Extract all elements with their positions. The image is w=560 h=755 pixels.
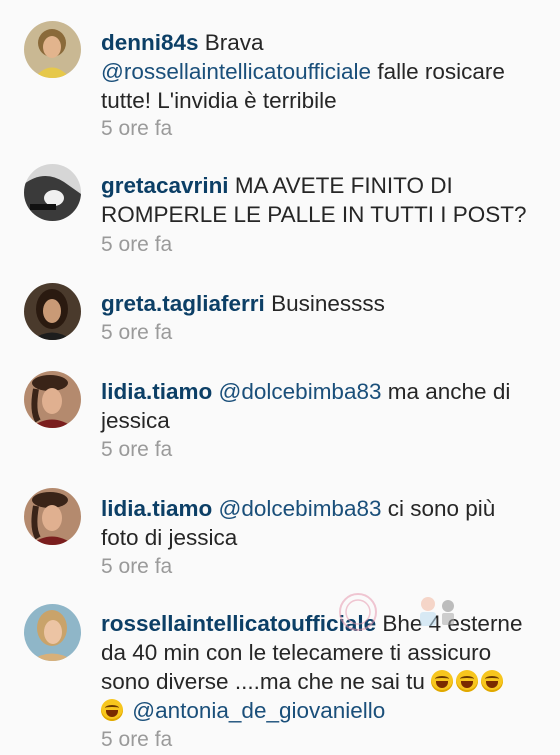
- comment-time: 5 ore fa: [101, 555, 173, 578]
- comment-username[interactable]: rossellaintellicatoufficiale: [101, 611, 376, 636]
- comment-time: 5 ore fa: [101, 728, 173, 751]
- comment-text-part: Brava: [198, 30, 264, 55]
- avatar-woman-beret-image: [24, 488, 81, 545]
- avatar[interactable]: [24, 21, 81, 78]
- comment-username[interactable]: lidia.tiamo: [101, 496, 212, 521]
- mention-link[interactable]: @dolcebimba83: [219, 496, 382, 521]
- comment-username[interactable]: greta.tagliaferri: [101, 291, 265, 316]
- comment-time: 5 ore fa: [101, 117, 173, 140]
- avatar[interactable]: [24, 488, 81, 545]
- comment-time: 5 ore fa: [101, 438, 173, 461]
- laughing-emoji-icon: [481, 670, 504, 692]
- mention-link[interactable]: @antonia_de_giovaniello: [132, 698, 385, 723]
- avatar-light-hair-woman-image: [24, 604, 81, 661]
- comment-text: lidia.tiamo @dolcebimba83 ci sono più fo…: [101, 494, 531, 552]
- avatar[interactable]: [24, 371, 81, 428]
- comment-text: gretacavrini MA AVETE FINITO DI ROMPERLE…: [101, 171, 531, 229]
- laughing-emoji-icon: [456, 670, 479, 692]
- comment-time: 5 ore fa: [101, 321, 173, 344]
- comment-text: rossellaintellicatoufficiale Bhe 4 ester…: [101, 609, 531, 725]
- comment-text: lidia.tiamo @dolcebimba83 ma anche di je…: [101, 377, 531, 435]
- mention-link[interactable]: @dolcebimba83: [219, 379, 382, 404]
- mention-link[interactable]: @rossellaintellicatoufficiale: [101, 59, 371, 84]
- laughing-emoji-icon: [101, 699, 123, 721]
- comment-username[interactable]: gretacavrini: [101, 173, 229, 198]
- laughing-emoji-icon: [431, 670, 454, 692]
- comment-text: denni84s Brava @rossellaintellicatouffic…: [101, 28, 531, 115]
- avatar-dark-hair-woman-image: [24, 283, 81, 340]
- avatar-bw-photo-image: [24, 164, 81, 221]
- comment-username[interactable]: lidia.tiamo: [101, 379, 212, 404]
- avatar[interactable]: [24, 283, 81, 340]
- comment-text: greta.tagliaferri Businessss: [101, 289, 531, 318]
- avatar[interactable]: [24, 164, 81, 221]
- comment-username[interactable]: denni84s: [101, 30, 199, 55]
- avatar-blonde-woman-image: [24, 21, 81, 78]
- comment-time: 5 ore fa: [101, 233, 173, 256]
- avatar-woman-beret-image: [24, 371, 81, 428]
- comment-text-part: Businessss: [264, 291, 385, 316]
- avatar[interactable]: [24, 604, 81, 661]
